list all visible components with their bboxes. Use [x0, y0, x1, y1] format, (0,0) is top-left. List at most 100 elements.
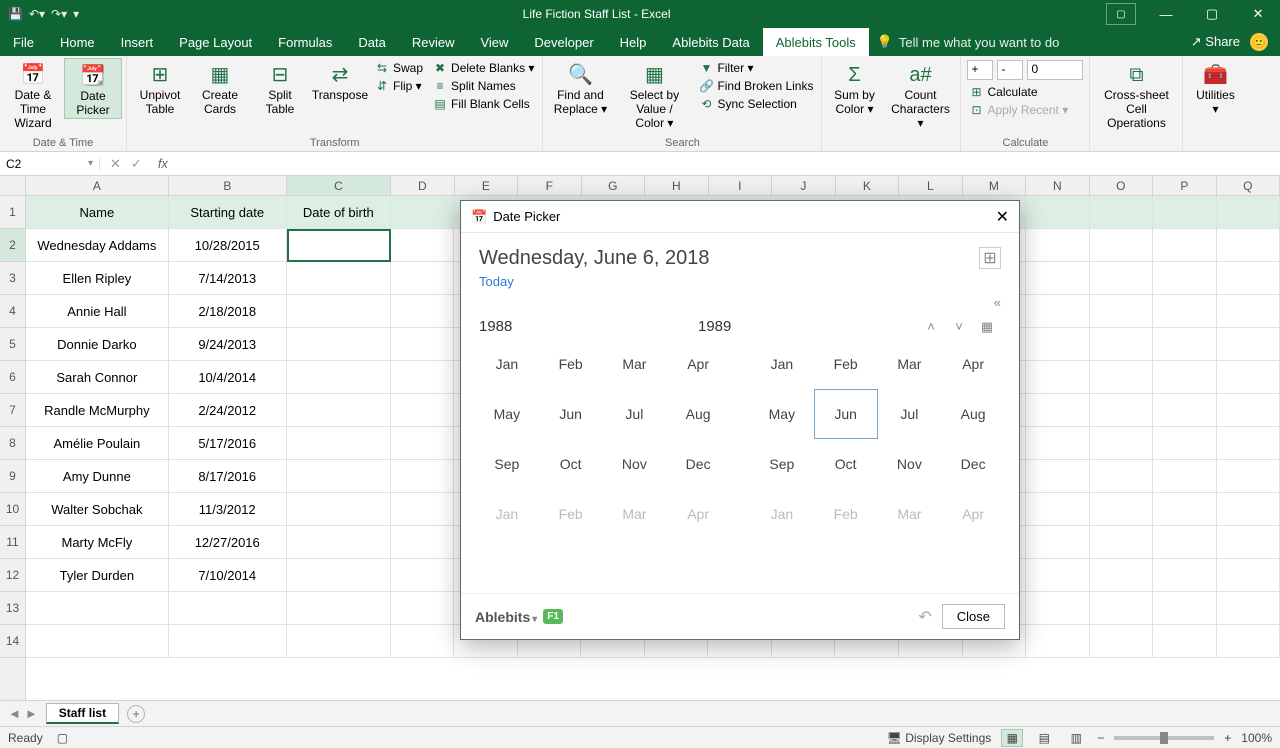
column-header[interactable]: P [1153, 176, 1217, 195]
cell[interactable]: Randle McMurphy [26, 394, 169, 427]
zoom-in-button[interactable]: + [1224, 731, 1231, 745]
cell[interactable] [1217, 229, 1280, 262]
feedback-icon[interactable]: 🙂 [1250, 33, 1268, 51]
month-cell[interactable]: Oct [539, 439, 603, 489]
month-cell[interactable]: Feb [539, 339, 603, 389]
month-cell-next-year[interactable]: Jan [750, 489, 814, 539]
cell[interactable] [1153, 196, 1217, 229]
cell[interactable] [1153, 328, 1217, 361]
column-header[interactable]: G [582, 176, 646, 195]
cell[interactable] [1153, 262, 1217, 295]
cell[interactable] [287, 460, 391, 493]
column-header[interactable]: A [26, 176, 169, 195]
cell[interactable] [1217, 361, 1280, 394]
column-header[interactable]: B [169, 176, 287, 195]
cell[interactable] [1090, 592, 1154, 625]
cell[interactable] [1153, 394, 1217, 427]
column-header[interactable]: O [1090, 176, 1154, 195]
calculate-button[interactable]: ⊞Calculate [965, 84, 1041, 100]
cell[interactable]: Amélie Poulain [26, 427, 169, 460]
month-cell[interactable]: Dec [666, 439, 730, 489]
cell[interactable] [391, 526, 455, 559]
cell[interactable] [1153, 625, 1217, 658]
cell[interactable] [1153, 526, 1217, 559]
flip-button[interactable]: ⇵Flip ▾ [371, 78, 427, 94]
cell[interactable] [1217, 427, 1280, 460]
cell[interactable] [287, 361, 391, 394]
cell[interactable] [1153, 295, 1217, 328]
tab-view[interactable]: View [467, 28, 521, 56]
cell[interactable]: Tyler Durden [26, 559, 169, 592]
month-cell[interactable]: Oct [814, 439, 878, 489]
cell[interactable] [1026, 295, 1090, 328]
cell[interactable]: Sarah Connor [26, 361, 169, 394]
cell[interactable]: 8/17/2016 [169, 460, 287, 493]
cell[interactable] [1153, 427, 1217, 460]
cell[interactable]: 7/10/2014 [169, 559, 287, 592]
cell[interactable]: 10/4/2014 [169, 361, 287, 394]
month-cell[interactable]: May [475, 389, 539, 439]
cell[interactable]: 9/24/2013 [169, 328, 287, 361]
cell[interactable] [287, 493, 391, 526]
cell[interactable] [391, 625, 455, 658]
month-cell[interactable]: Mar [878, 339, 942, 389]
cell[interactable] [1026, 196, 1090, 229]
date-picker-button[interactable]: 📆Date Picker [64, 58, 122, 119]
cell[interactable] [391, 592, 455, 625]
cell[interactable]: Marty McFly [26, 526, 169, 559]
cell[interactable] [287, 625, 391, 658]
month-cell[interactable]: Jan [750, 339, 814, 389]
cell[interactable] [391, 295, 455, 328]
zoom-level[interactable]: 100% [1241, 731, 1272, 745]
month-cell-next-year[interactable]: Jan [475, 489, 539, 539]
cell[interactable] [1217, 394, 1280, 427]
cell[interactable] [1090, 559, 1154, 592]
save-icon[interactable]: 💾 [8, 7, 23, 21]
column-header[interactable]: E [455, 176, 519, 195]
cell[interactable]: Amy Dunne [26, 460, 169, 493]
cell[interactable] [1026, 559, 1090, 592]
cell[interactable] [391, 394, 455, 427]
cell[interactable] [1026, 262, 1090, 295]
cell[interactable] [287, 262, 391, 295]
month-cell-next-year[interactable]: Mar [603, 489, 667, 539]
month-cell-next-year[interactable]: Apr [941, 489, 1005, 539]
create-cards-button[interactable]: ▦Create Cards [191, 58, 249, 117]
split-names-button[interactable]: ≡Split Names [429, 78, 538, 94]
find-replace-button[interactable]: 🔍Find and Replace ▾ [547, 58, 613, 117]
sheet-tab-active[interactable]: Staff list [46, 703, 119, 724]
tab-file[interactable]: File [0, 28, 47, 56]
month-cell-next-year[interactable]: Feb [814, 489, 878, 539]
row-header[interactable]: 10 [0, 493, 25, 526]
tab-ablebits-tools[interactable]: Ablebits Tools [763, 28, 869, 56]
delete-blanks-button[interactable]: ✖Delete Blanks ▾ [429, 60, 538, 76]
cell[interactable]: Starting date [169, 196, 287, 229]
month-cell[interactable]: Sep [750, 439, 814, 489]
cell[interactable]: Annie Hall [26, 295, 169, 328]
dialog-close-button[interactable]: ✕ [996, 207, 1009, 227]
qat-dropdown-icon[interactable]: ▾ [73, 7, 79, 21]
column-header[interactable]: C [287, 176, 391, 195]
cell[interactable]: 12/27/2016 [169, 526, 287, 559]
column-header[interactable]: K [836, 176, 900, 195]
cell[interactable] [287, 592, 391, 625]
cell[interactable] [1217, 460, 1280, 493]
today-link[interactable]: Today [479, 274, 514, 289]
month-cell[interactable]: Aug [666, 389, 730, 439]
page-break-view-button[interactable]: ▥ [1065, 729, 1087, 747]
cell[interactable] [391, 328, 455, 361]
cell[interactable] [1026, 427, 1090, 460]
cell[interactable] [1026, 361, 1090, 394]
month-cell[interactable]: Jan [475, 339, 539, 389]
fill-blank-cells-button[interactable]: ▤Fill Blank Cells [429, 96, 538, 112]
split-table-button[interactable]: ⊟Split Table [251, 58, 309, 117]
month-cell[interactable]: Feb [814, 339, 878, 389]
cell[interactable] [1153, 460, 1217, 493]
month-cell[interactable]: Nov [878, 439, 942, 489]
ribbon-display-options-icon[interactable]: ▢ [1106, 3, 1136, 25]
cell[interactable] [1090, 460, 1154, 493]
month-cell[interactable]: May [750, 389, 814, 439]
undo-icon[interactable]: ↶▾ [29, 7, 45, 21]
cell[interactable] [287, 427, 391, 460]
enter-formula-icon[interactable]: ✓ [131, 156, 142, 172]
